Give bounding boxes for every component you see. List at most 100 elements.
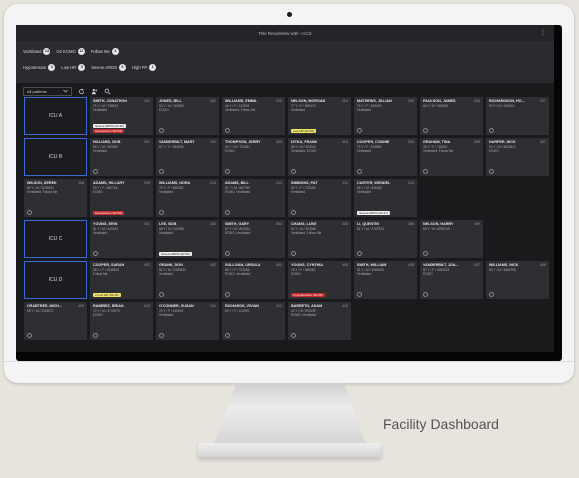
patient-card[interactable]: SMITH, GARY 304 67 Y / M / 893334 ECMO, Ven…: [222, 220, 285, 258]
filter-chip[interactable]: High FP 1: [132, 63, 157, 71]
info-circle-icon[interactable]: [423, 251, 428, 256]
patient-card[interactable]: COOPER, CONNIE 305 75 Y / F / 913884 Ventil…: [354, 138, 417, 176]
patient-card[interactable]: CRABTREE, MICH... 409 95 Y / M / 2265271: [24, 302, 87, 340]
patient-card[interactable]: SMITH, WILLIAM 406 81 Y / M / 3382005 Venti…: [354, 261, 417, 299]
patient-card[interactable]: CHANG, LUKE 305 54 Y / M / 303346 Ventilate…: [288, 220, 351, 258]
search-icon[interactable]: [104, 88, 111, 95]
filter-chip[interactable]: Hypotension 3: [23, 63, 56, 71]
patient-card[interactable]: RICHARDSON, HO... 207 93 Y / M / 435163: [486, 97, 549, 135]
info-circle-icon[interactable]: [423, 292, 428, 297]
unit-tile[interactable]: ICU A: [24, 97, 87, 135]
alert-badge[interactable]: 2 Low HR (02:49): [93, 292, 121, 297]
info-circle-icon[interactable]: [93, 169, 98, 174]
info-circle-icon[interactable]: [291, 333, 296, 338]
filter-chip[interactable]: On ECMO 12: [56, 47, 85, 55]
patient-card[interactable]: COOPER, SARAH 401 38 Y / F / 1648623 Follow…: [90, 261, 153, 299]
info-circle-icon[interactable]: [225, 333, 230, 338]
patient-card[interactable]: HILLIARD, BOB 301 83 Y / M / 305392 Ventila…: [90, 138, 153, 176]
patient-card[interactable]: NELSON, MORGAN 204 77 Y / F / 828479 Ventil…: [288, 97, 351, 135]
patient-card[interactable]: ADAMS, BILL 211 81 Y / M / 887390 ECMO, Ven…: [222, 179, 285, 217]
alert-badge[interactable]: Hypotension (02:54): [93, 128, 125, 133]
patient-card[interactable]: LI, QUENTIN 306 51 Y / M / 2783723: [354, 220, 417, 258]
patient-filter-select[interactable]: All patients: [23, 86, 72, 96]
info-circle-icon[interactable]: [291, 169, 296, 174]
unit-tile[interactable]: ICU D: [24, 261, 87, 299]
info-circle-icon[interactable]: [225, 210, 230, 215]
patient-card[interactable]: CARTER, WENDEL 213 85 Y / M / 336382 Ventil…: [354, 179, 417, 217]
filter-chip[interactable]: Ventilated 14: [23, 47, 51, 55]
info-circle-icon[interactable]: [93, 251, 98, 256]
alert-badge[interactable]: Severe ARDS (02:47): [357, 210, 390, 215]
patient-name: CARTER, WENDEL: [357, 181, 391, 185]
info-circle-icon[interactable]: [159, 333, 164, 338]
info-circle-icon[interactable]: [225, 128, 230, 133]
people-icon[interactable]: [91, 88, 98, 95]
filter-chip[interactable]: Low HR 3: [61, 63, 86, 71]
info-circle-icon[interactable]: [357, 128, 362, 133]
patient-status: Ventilated: [159, 231, 174, 235]
patient-card[interactable]: VANDERBILT, JOA... 407 87 Y / F / 1683023 E…: [420, 261, 483, 299]
info-circle-icon[interactable]: [159, 128, 164, 133]
patient-card[interactable]: DITKA, FRANK 304 68 Y / M / 309312 Ventilat…: [288, 138, 351, 176]
info-circle-icon[interactable]: [489, 128, 494, 133]
refresh-icon[interactable]: [78, 88, 85, 95]
alert-badge[interactable]: Severe ARDS (02:58): [159, 251, 192, 256]
patient-card[interactable]: NELSON, HARRY 309 68 Y / M / 8080745: [420, 220, 483, 258]
info-circle-icon[interactable]: [159, 169, 164, 174]
info-circle-icon[interactable]: [159, 210, 164, 215]
alert-badge[interactable]: 2 Hypotension (02:00): [291, 292, 325, 297]
info-circle-icon[interactable]: [225, 169, 230, 174]
filter-chip[interactable]: Severe ARDS 6: [91, 63, 127, 71]
info-circle-icon[interactable]: [357, 251, 362, 256]
info-circle-icon[interactable]: [489, 169, 494, 174]
patient-card[interactable]: BARRETO, ADAM 412 43 Y / M / 59323F ECMO, V…: [288, 302, 351, 340]
patient-card[interactable]: THOMPSON, JERRY 303 44 Y / M / 753391 ECMO: [222, 138, 285, 176]
patient-card[interactable]: PAULSON, JAMES 206 66 Y / M / 388394: [420, 97, 483, 135]
patient-card[interactable]: HARPER, NICK 307 92 Y / M / 9823421 ECMO: [486, 138, 549, 176]
alert-badge[interactable]: Severe ARDS (02:48): [93, 123, 126, 128]
info-circle-icon[interactable]: [93, 333, 98, 338]
patient-card[interactable]: SULLIVAN, URSULA 403 86 Y / F / 723286 ECMO…: [222, 261, 285, 299]
patient-card[interactable]: WILSON, DEREK 208 89 Y / M / 3208342 Ventil…: [24, 179, 87, 217]
patient-card[interactable]: YOUNG, CYNTHIA 405 76 Y / F / 585082 ECMO 2 …: [288, 261, 351, 299]
patient-card[interactable]: SMITH, JONATHON 201 75 Y / M / 738813 Venti…: [90, 97, 153, 135]
patient-status: Ventilated, ECMO: [291, 149, 317, 153]
info-circle-icon[interactable]: [291, 210, 296, 215]
unit-tile[interactable]: ICU B: [24, 138, 87, 176]
patient-card[interactable]: SIMMONS, PAT 212 53 Y / F / 723096 Ventilat…: [288, 179, 351, 217]
info-circle-icon[interactable]: [423, 128, 428, 133]
filter-chip[interactable]: Follow Me 3: [91, 47, 119, 55]
hamburger-menu-icon[interactable]: ⋮: [540, 29, 546, 36]
info-circle-icon[interactable]: [159, 292, 164, 297]
monitor-stand: [214, 383, 366, 443]
patient-card[interactable]: WILLIAMS, EMMA 203 46 Y / F / 123394 Ventil…: [222, 97, 285, 135]
patient-card[interactable]: RICHARDS, VIVIAN 412 62 Y / F / 123992: [222, 302, 285, 340]
patient-card[interactable]: GRAHAM, TINA 306 38 Y / F / 718281 Ventilat…: [420, 138, 483, 176]
alert-badge[interactable]: Low HR (02:56): [291, 128, 317, 133]
info-circle-icon[interactable]: [423, 169, 428, 174]
patient-card[interactable]: JONES, BILL 202 93 Y / M / 184392 ECMO: [156, 97, 219, 135]
info-circle-icon[interactable]: [357, 169, 362, 174]
patient-card[interactable]: MATHEWS, JILLIAN 205 76 Y / F / 343453 Vent…: [354, 97, 417, 135]
alert-badge[interactable]: Hypotension (02:50): [93, 210, 125, 215]
patient-card[interactable]: VANDERBILT, MARY 302 87 Y / F / 343009: [156, 138, 219, 176]
patient-card[interactable]: YOUNG, ERIN 301 81 Y / M / 409233 Ventilate…: [90, 220, 153, 258]
unit-tile[interactable]: ICU C: [24, 220, 87, 258]
patient-status: Ventilated: [159, 190, 174, 194]
filter-row-2: Hypotension 3 Low HR 3 Severe ARDS 6 High FP 1: [23, 59, 547, 75]
info-circle-icon[interactable]: [27, 333, 32, 338]
info-circle-icon[interactable]: [225, 251, 230, 256]
room-number: 410: [144, 304, 150, 308]
info-circle-icon[interactable]: [357, 292, 362, 297]
info-circle-icon[interactable]: [225, 292, 230, 297]
patient-card[interactable]: RAMIREZ, BRIAN 410 72 Y / M / 2749279 ECMO: [90, 302, 153, 340]
info-circle-icon[interactable]: [27, 210, 32, 215]
info-circle-icon[interactable]: [291, 251, 296, 256]
patient-card[interactable]: ADAMS, HILLARY 209 53 Y / F / 982718 ECMO Hy…: [90, 179, 153, 217]
patient-card[interactable]: WILLIAMS, NORA 210 75 Y / F / 845392 Ventil…: [156, 179, 219, 217]
patient-card[interactable]: O'CONNER, SUSAN 411 75 Y / F / 149592 Venti…: [156, 302, 219, 340]
info-circle-icon[interactable]: [489, 292, 494, 297]
patient-card[interactable]: GRANK, DON 402 52 Y / M / 3380533 Ventilate…: [156, 261, 219, 299]
patient-card[interactable]: WILLIAMS, NICK 408 84 Y / M / 3880755: [486, 261, 549, 299]
patient-card[interactable]: LEE, BOB 303 58 Y / M / 340093 Ventilated Se…: [156, 220, 219, 258]
